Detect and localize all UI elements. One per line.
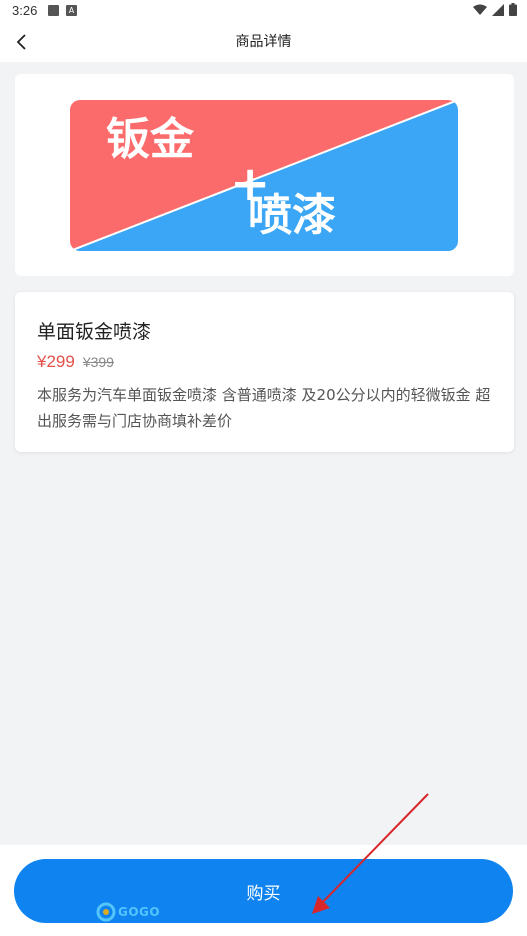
product-info-card: 单面钣金喷漆 ¥299 ¥399 本服务为汽车单面钣金喷漆 含普通喷漆 及20公… [15, 292, 514, 452]
page-title: 商品详情 [235, 34, 292, 50]
bottom-bar: 购买 [0, 845, 527, 936]
status-bar: 3:26 A [0, 0, 527, 22]
current-price: ¥299 [37, 352, 75, 371]
gallery-notification-icon [48, 5, 59, 16]
buy-button-label: 购买 [246, 883, 281, 904]
watermark-logo: GOGO [96, 902, 160, 922]
banner-text-line1: 钣金 [106, 114, 195, 165]
header: 商品详情 [0, 22, 527, 62]
status-right [473, 3, 517, 16]
product-image-card: 钣金 + 喷漆 [15, 74, 514, 276]
banner-text-line2: 喷漆 [248, 190, 336, 241]
battery-icon [509, 3, 517, 16]
watermark-badge-icon [96, 902, 116, 922]
product-name: 单面钣金喷漆 [37, 321, 152, 343]
product-banner-image: 钣金 + 喷漆 [70, 100, 458, 251]
wifi-icon [473, 4, 487, 15]
watermark-text: GOGO [118, 905, 161, 919]
signal-icon [492, 3, 504, 16]
product-description: 本服务为汽车单面钣金喷漆 含普通喷漆 及20公分以内的轻微钣金 超出服务需与门店… [37, 386, 491, 430]
original-price: ¥399 [82, 354, 114, 370]
screen: 3:26 A 商品详情 钣金 + 喷漆 单面钣金喷漆 ¥299 ¥399 本服务… [0, 0, 527, 936]
status-time: 3:26 [12, 3, 38, 18]
app-notification-icon: A [66, 5, 77, 16]
buy-button[interactable]: 购买 [14, 859, 513, 923]
price-row: ¥299 ¥399 [37, 352, 114, 372]
